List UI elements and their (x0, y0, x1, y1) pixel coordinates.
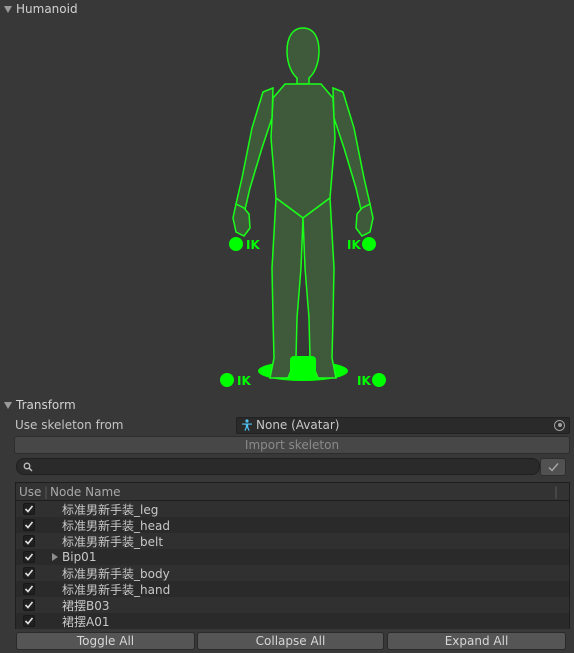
header-separator: | (44, 484, 49, 499)
ik-left-foot[interactable]: IK (220, 373, 251, 388)
node-name: 标准男新手装_leg (62, 502, 159, 517)
apply-search-button[interactable] (540, 458, 566, 476)
search-icon (23, 462, 33, 472)
svg-text:IK: IK (347, 238, 361, 252)
import-skeleton-button[interactable]: Import skeleton (14, 436, 570, 454)
col-use-header[interactable]: Use (19, 485, 41, 499)
checkmark-icon (24, 601, 34, 609)
node-name: 裙摆B03 (62, 598, 110, 613)
node-name: 裙摆A01 (62, 614, 110, 629)
transform-foldout[interactable]: Transform (0, 396, 76, 414)
expand-all-button[interactable]: Expand All (387, 632, 566, 650)
tree-row[interactable]: 裙摆B03 (16, 597, 569, 613)
tree-row[interactable]: 裙摆A01 (16, 613, 569, 629)
humanoid-figure: IK IK IK IK (220, 27, 386, 388)
tree-body: 标准男新手装_leg 标准男新手装_head 标准男新手装_belt Bip01 标准男… (16, 501, 569, 629)
right-arm-part[interactable] (332, 86, 371, 215)
head-part[interactable] (286, 27, 320, 85)
object-picker-icon[interactable] (554, 419, 565, 431)
node-tree: Use | Node Name | 标准男新手装_leg 标准男新手装_head 标… (15, 482, 570, 629)
use-checkbox[interactable] (23, 583, 35, 595)
checkmark-icon (24, 585, 34, 593)
ik-right-foot[interactable]: IK (357, 373, 386, 388)
foldout-arrow-icon (4, 401, 12, 409)
humanoid-title: Humanoid (16, 2, 78, 16)
checkmark-icon (24, 537, 34, 545)
use-checkbox[interactable] (23, 535, 35, 547)
tree-row[interactable]: 标准男新手装_body (16, 565, 569, 581)
checkmark-icon (24, 569, 34, 577)
left-arm-part[interactable] (235, 86, 274, 215)
root-part[interactable] (290, 356, 316, 378)
checkmark-icon (24, 617, 34, 625)
node-name: 标准男新手装_head (62, 518, 170, 533)
search-input[interactable] (35, 458, 539, 475)
collapse-all-button[interactable]: Collapse All (197, 632, 384, 650)
node-name: Bip01 (62, 550, 97, 564)
svg-text:IK: IK (237, 374, 251, 388)
left-leg-part[interactable] (269, 196, 304, 379)
col-name-header[interactable]: Node Name (50, 485, 121, 499)
checkmark-icon (24, 521, 34, 529)
avatar-figure-area: IK IK IK IK (0, 18, 574, 396)
header-separator: | (554, 484, 559, 499)
use-checkbox[interactable] (23, 503, 35, 515)
checkmark-icon (24, 553, 34, 561)
torso-part[interactable] (270, 83, 336, 219)
checkmark-icon (24, 505, 34, 513)
skeleton-object-field[interactable]: None (Avatar) (236, 416, 570, 434)
use-checkbox[interactable] (23, 599, 35, 611)
node-name: 标准男新手装_belt (62, 534, 164, 549)
use-checkbox[interactable] (23, 551, 35, 563)
foldout-arrow-icon (4, 5, 12, 13)
right-hand-part[interactable] (355, 202, 374, 237)
use-checkbox[interactable] (23, 567, 35, 579)
toggle-all-button[interactable]: Toggle All (16, 632, 195, 650)
skeleton-row: Use skeleton from None (Avatar) (0, 416, 574, 434)
transform-title: Transform (16, 398, 76, 412)
tree-row[interactable]: Bip01 (16, 549, 569, 565)
tree-header: Use | Node Name | (16, 483, 569, 501)
tree-row[interactable]: 标准男新手装_hand (16, 581, 569, 597)
expand-arrow-icon[interactable] (52, 553, 58, 561)
right-leg-part[interactable] (302, 196, 337, 379)
svg-text:IK: IK (246, 238, 260, 252)
tree-row[interactable]: 标准男新手装_head (16, 517, 569, 533)
ik-left-hand[interactable]: IK (229, 237, 260, 252)
use-checkbox[interactable] (23, 519, 35, 531)
tree-row[interactable]: 标准男新手装_leg (16, 501, 569, 517)
skeleton-label: Use skeleton from (15, 418, 124, 432)
use-checkbox[interactable] (23, 615, 35, 627)
node-name: 标准男新手装_hand (62, 582, 171, 597)
avatar-icon (242, 419, 252, 431)
search-field[interactable] (16, 458, 540, 475)
tree-row[interactable]: 标准男新手装_belt (16, 533, 569, 549)
humanoid-foldout[interactable]: Humanoid (0, 0, 78, 18)
checkmark-icon (548, 463, 559, 472)
left-hand-part[interactable] (232, 202, 251, 237)
node-name: 标准男新手装_body (62, 566, 170, 581)
svg-text:IK: IK (357, 374, 371, 388)
ik-right-hand[interactable]: IK (347, 237, 376, 252)
skeleton-value: None (Avatar) (256, 418, 340, 432)
